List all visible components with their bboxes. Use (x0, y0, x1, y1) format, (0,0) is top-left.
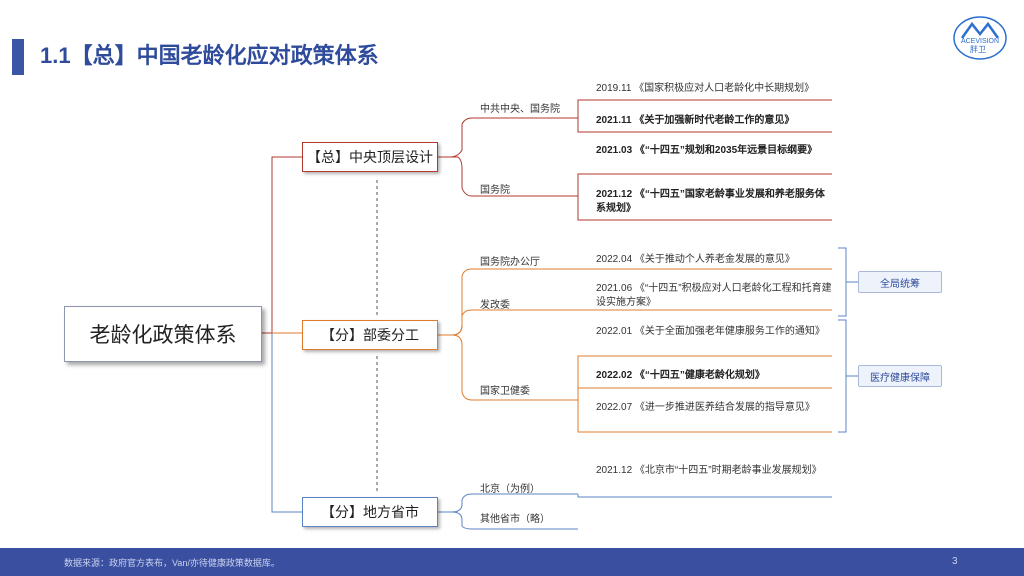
branch-label: 国家卫健委 (480, 386, 530, 397)
tag-overall-coordination: 全局统筹 (858, 271, 942, 293)
policy-item: 2021.03 《“十四五”规划和2035年远景目标纲要》 (596, 145, 818, 156)
root-node: 老龄化政策体系 (64, 306, 262, 362)
policy-item: 2021.06 《“十四五”积极应对人口老龄化工程和托育建设实施方案》 (596, 283, 832, 308)
policy-item: 2022.04 《关于推动个人养老金发展的意见》 (596, 254, 795, 265)
policy-item: 2022.02 《“十四五”健康老龄化规划》 (596, 370, 765, 381)
branch-label: 北京（为例） (480, 484, 540, 495)
policy-item: 2021.11 《关于加强新时代老龄工作的意见》 (596, 115, 795, 126)
node-central-design: 【总】中央顶层设计 (302, 142, 438, 172)
node-ministry-division: 【分】部委分工 (302, 320, 438, 350)
branch-label: 国务院 (480, 185, 510, 196)
logo-name: 胖卫 (970, 45, 986, 54)
title-accent-bar (12, 39, 24, 75)
data-source-note: 数据来源：政府官方表布，Van/亦待健康政策数据库。 (64, 558, 280, 568)
policy-item: 2021.12 《北京市“十四五”时期老龄事业发展规划》 (596, 465, 822, 476)
policy-item: 2019.11 《国家积极应对人口老龄化中长期规划》 (596, 83, 815, 94)
branch-label: 中共中央、国务院 (480, 104, 560, 115)
policy-item: 2022.07 《进一步推进医养结合发展的指导意见》 (596, 402, 815, 413)
tag-medical-health: 医疗健康保障 (858, 365, 942, 387)
policy-item: 2022.01 《关于全面加强老年健康服务工作的通知》 (596, 326, 825, 337)
policy-item: 2021.12 《“十四五”国家老龄事业发展和养老服务体系规划》 (596, 189, 825, 214)
page-title: 1.1【总】中国老龄化应对政策体系 (40, 43, 379, 68)
branch-label: 发改委 (480, 300, 510, 311)
branch-label: 其他省市（略） (480, 514, 550, 525)
page-number: 3 (952, 556, 958, 567)
node-local-provinces: 【分】地方省市 (302, 497, 438, 527)
branch-label: 国务院办公厅 (480, 257, 540, 268)
